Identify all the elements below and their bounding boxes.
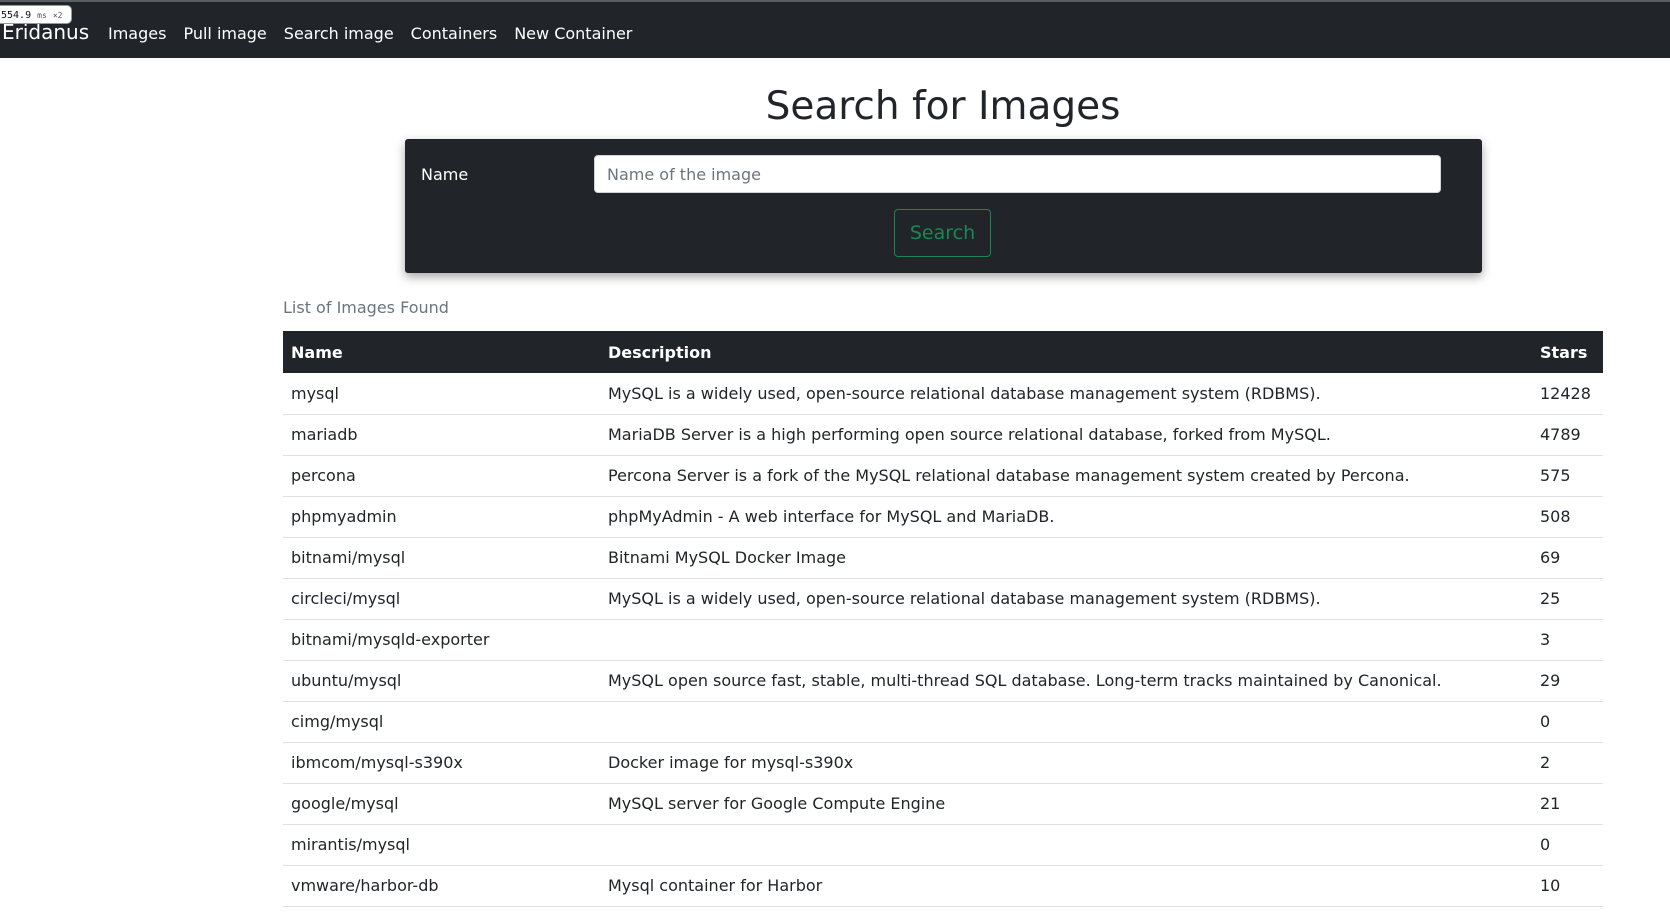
cell-description: MariaDB Server is a high performing open… (600, 414, 1532, 456)
table-row: ubuntu/mysql MySQL open source fast, stab… (283, 660, 1603, 702)
cell-description (600, 701, 1532, 743)
cell-name: mysql (283, 373, 600, 415)
cell-name: phpmyadmin (283, 496, 600, 538)
cell-name: google/mysql (283, 783, 600, 825)
table-row: phpmyadmin phpMyAdmin - A web interface f… (283, 496, 1603, 538)
cell-stars: 12428 (1532, 373, 1603, 415)
cell-stars: 25 (1532, 578, 1603, 620)
results-body: mysql MySQL is a widely used, open-source… (283, 373, 1603, 907)
name-label: Name (421, 165, 469, 184)
search-form: Name Search (405, 139, 1482, 273)
cell-stars: 0 (1532, 824, 1603, 866)
cell-description: Mysql container for Harbor (600, 865, 1532, 907)
cell-stars: 10 (1532, 865, 1603, 907)
cell-description (600, 824, 1532, 866)
column-header-stars: Stars (1540, 342, 1588, 362)
cell-name: percona (283, 455, 600, 497)
cell-description: Bitnami MySQL Docker Image (600, 537, 1532, 579)
cell-stars: 21 (1532, 783, 1603, 825)
nav-link-search-image[interactable]: Search image (284, 24, 394, 43)
table-row: vmware/harbor-db Mysql container for Harb… (283, 865, 1603, 907)
cell-name: ibmcom/mysql-s390x (283, 742, 600, 784)
cell-stars: 508 (1532, 496, 1603, 538)
perf-unit: ms (37, 11, 47, 20)
cell-stars: 0 (1532, 701, 1603, 743)
results-table: Name Description Stars mysql MySQL is a w… (283, 331, 1603, 907)
cell-name: vmware/harbor-db (283, 865, 600, 907)
cell-stars: 575 (1532, 455, 1603, 497)
cell-name: mariadb (283, 414, 600, 456)
table-row: google/mysql MySQL server for Google Comp… (283, 783, 1603, 825)
cell-name: bitnami/mysql (283, 537, 600, 579)
cell-name: mirantis/mysql (283, 824, 600, 866)
cell-description: Docker image for mysql-s390x (600, 742, 1532, 784)
cell-stars: 4789 (1532, 414, 1603, 456)
cell-name: circleci/mysql (283, 578, 600, 620)
nav-links: Images Pull image Search image Container… (108, 19, 632, 47)
table-row: mariadb MariaDB Server is a high performi… (283, 414, 1603, 456)
search-button[interactable]: Search (894, 209, 991, 257)
page-title: Search for Images (765, 84, 1121, 129)
cell-name: ubuntu/mysql (283, 660, 600, 702)
perf-value: 554.9 (1, 10, 32, 21)
cell-description (600, 619, 1532, 661)
nav-link-new-container[interactable]: New Container (514, 24, 632, 43)
perf-multiplier: ×2 (52, 11, 63, 20)
cell-description: MySQL is a widely used, open-source rela… (600, 578, 1532, 620)
results-caption: List of Images Found (283, 298, 449, 317)
table-row: cimg/mysql 0 (283, 701, 1603, 743)
table-row: mysql MySQL is a widely used, open-source… (283, 373, 1603, 415)
cell-description: MySQL is a widely used, open-source rela… (600, 373, 1532, 415)
nav-link-pull-image[interactable]: Pull image (183, 24, 266, 43)
column-header-description: Description (608, 342, 712, 362)
table-row: bitnami/mysqld-exporter 3 (283, 619, 1603, 661)
table-row: mirantis/mysql 0 (283, 824, 1603, 866)
cell-stars: 69 (1532, 537, 1603, 579)
table-header-row: Name Description Stars (283, 331, 1603, 373)
cell-description: MySQL open source fast, stable, multi-th… (600, 660, 1532, 702)
cell-description: Percona Server is a fork of the MySQL re… (600, 455, 1532, 497)
cell-stars: 3 (1532, 619, 1603, 661)
table-row: ibmcom/mysql-s390x Docker image for mysql… (283, 742, 1603, 784)
cell-name: cimg/mysql (283, 701, 600, 743)
cell-description: MySQL server for Google Compute Engine (600, 783, 1532, 825)
table-row: percona Percona Server is a fork of the M… (283, 455, 1603, 497)
nav-link-containers[interactable]: Containers (411, 24, 498, 43)
performance-badge: 554.9 ms ×2 (0, 5, 72, 24)
cell-name: bitnami/mysqld-exporter (283, 619, 600, 661)
cell-stars: 29 (1532, 660, 1603, 702)
top-navbar: Eridanus Images Pull image Search image … (0, 0, 1670, 58)
table-row: bitnami/mysql Bitnami MySQL Docker Image 6… (283, 537, 1603, 579)
image-name-input[interactable] (594, 155, 1441, 193)
cell-stars: 2 (1532, 742, 1603, 784)
nav-link-images[interactable]: Images (108, 24, 166, 43)
cell-description: phpMyAdmin - A web interface for MySQL a… (600, 496, 1532, 538)
table-row: circleci/mysql MySQL is a widely used, op… (283, 578, 1603, 620)
column-header-name: Name (291, 342, 343, 362)
